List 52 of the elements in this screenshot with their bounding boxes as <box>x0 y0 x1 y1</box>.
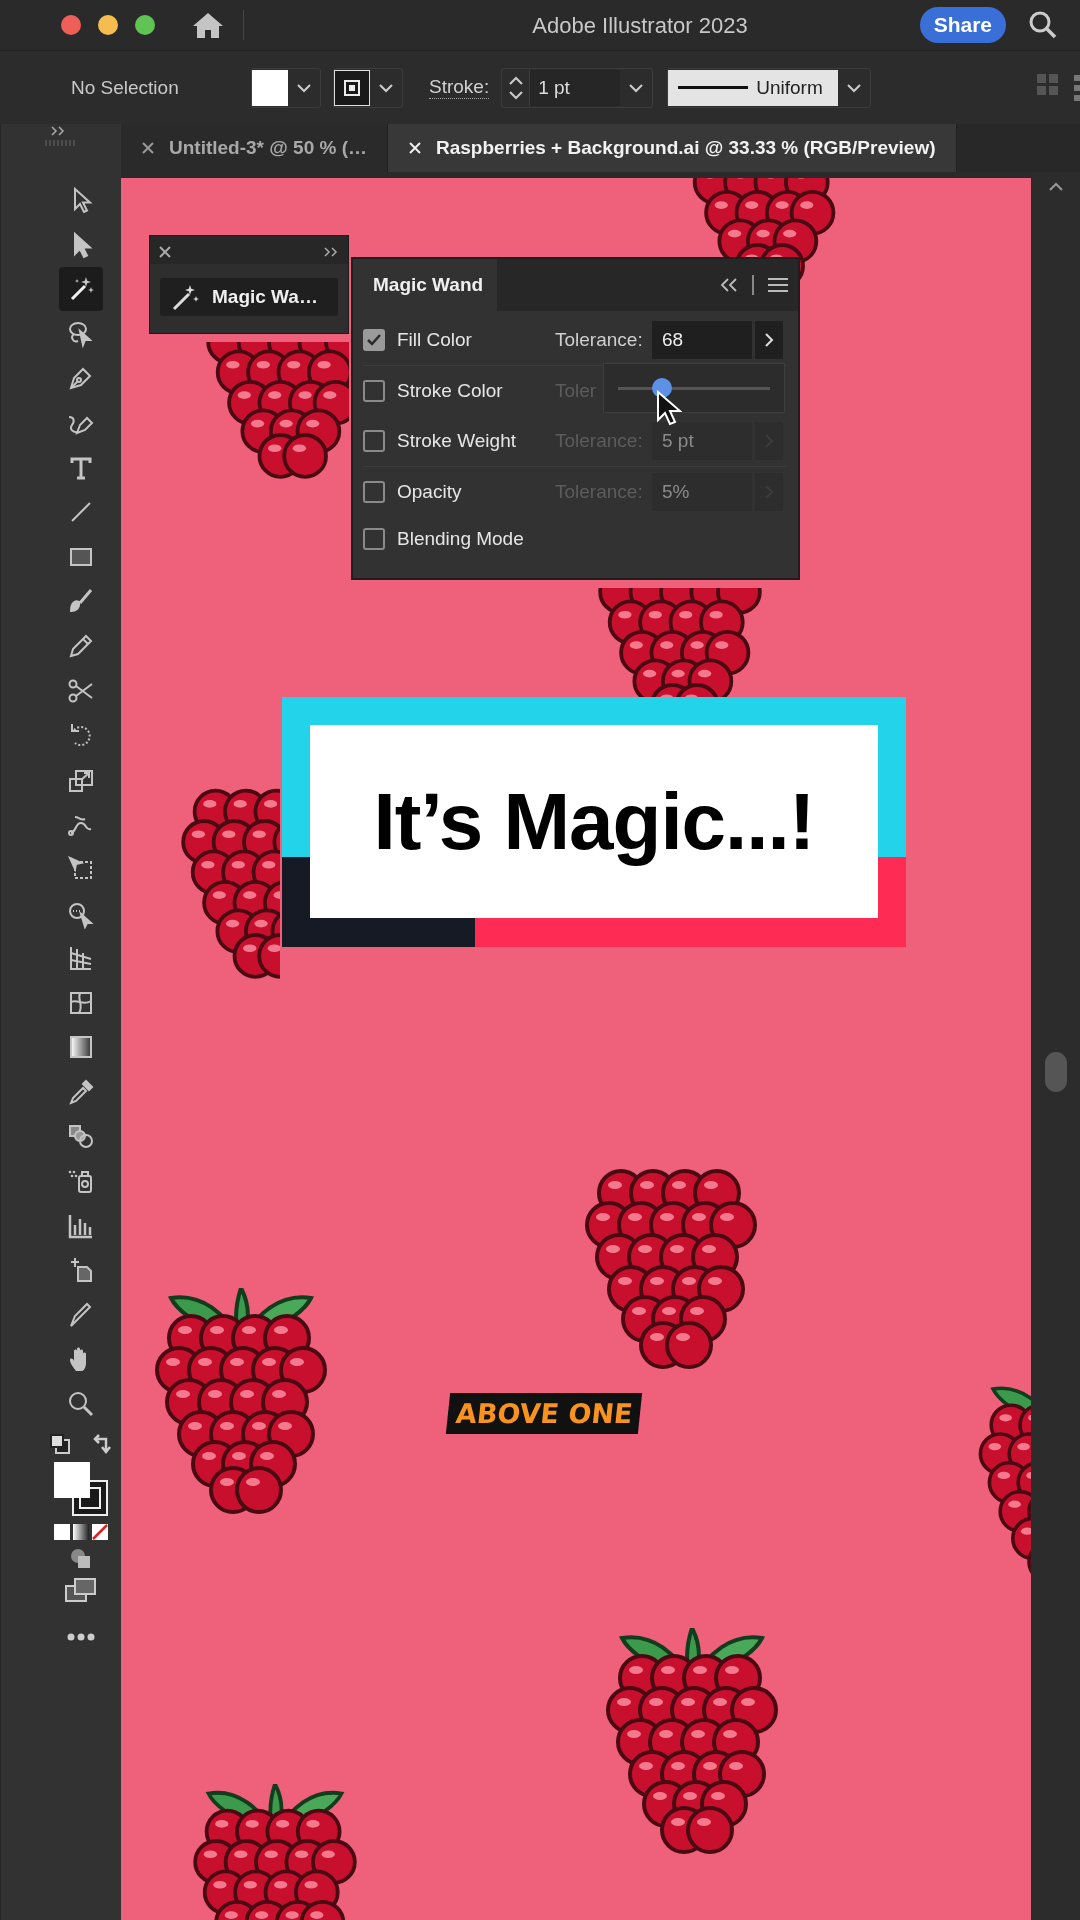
tool-button[interactable] <box>59 267 103 312</box>
stroke-profile-dropdown[interactable]: Uniform <box>668 69 839 106</box>
slider-thumb[interactable] <box>652 378 673 398</box>
stroke-label[interactable]: Stroke: <box>429 76 490 99</box>
home-icon[interactable] <box>191 10 225 40</box>
close-window-button[interactable] <box>61 15 81 35</box>
checkbox[interactable] <box>363 329 385 351</box>
panel-title: Magic Wand <box>373 274 484 296</box>
checkbox[interactable] <box>363 380 385 402</box>
stroke-swatch[interactable] <box>334 69 370 106</box>
option-label: Blending Mode <box>397 528 525 550</box>
tolerance-label: Tolerance: <box>555 329 644 351</box>
scrollbar-thumb[interactable] <box>1044 1052 1067 1092</box>
tolerance-field[interactable]: 68 <box>652 321 752 359</box>
option-label: Fill Color <box>397 329 473 351</box>
window-title: Adobe Illustrator 2023 <box>532 13 748 39</box>
mouse-pointer-icon <box>656 390 682 426</box>
checkmark-icon <box>366 333 382 347</box>
color-mode-icon[interactable] <box>53 1522 109 1541</box>
collapse-icon[interactable] <box>720 278 738 292</box>
default-colors-icon[interactable] <box>49 1432 71 1455</box>
scroll-up-icon[interactable] <box>1047 182 1064 192</box>
checkbox[interactable] <box>363 528 385 550</box>
more-icon[interactable] <box>67 1632 95 1641</box>
magic-wand-panel-button[interactable]: Magic Wa… <box>160 278 338 316</box>
grip-icon[interactable] <box>45 140 75 146</box>
option-label: Stroke Weight <box>397 430 517 452</box>
chevron-icon[interactable] <box>755 321 783 359</box>
expand-icon[interactable] <box>324 247 338 257</box>
fill-stroke-swatch[interactable] <box>53 1460 109 1517</box>
selection-status: No Selection <box>71 76 180 99</box>
panel-tab[interactable]: Magic Wand <box>353 259 497 311</box>
caption-text: It’s Magic...! <box>310 725 878 918</box>
swap-arrow-icon[interactable] <box>91 1432 113 1455</box>
close-icon[interactable] <box>158 245 172 259</box>
search-icon[interactable] <box>1028 10 1058 40</box>
collapse-icon[interactable] <box>51 126 67 136</box>
draw-mode-icon[interactable] <box>69 1546 93 1571</box>
brand-label: ABOVE ONE <box>445 1393 643 1434</box>
share-button[interactable]: Share <box>919 7 1006 43</box>
close-icon[interactable] <box>141 141 155 155</box>
screen-mode-icon[interactable] <box>65 1576 97 1603</box>
document-tab[interactable]: Raspberries + Background.ai @ 33.33 % (RGB/Preview) <box>388 124 957 172</box>
stroke-line-icon <box>678 85 749 90</box>
checkbox[interactable] <box>363 481 385 503</box>
minimize-window-button[interactable] <box>98 15 118 35</box>
menu-icon[interactable] <box>768 277 788 293</box>
zoom-window-button[interactable] <box>135 15 155 35</box>
option-label: Stroke Color <box>397 380 504 402</box>
checkbox[interactable] <box>363 430 385 452</box>
fill-swatch[interactable] <box>252 69 288 106</box>
option-label: Opacity <box>397 481 463 503</box>
